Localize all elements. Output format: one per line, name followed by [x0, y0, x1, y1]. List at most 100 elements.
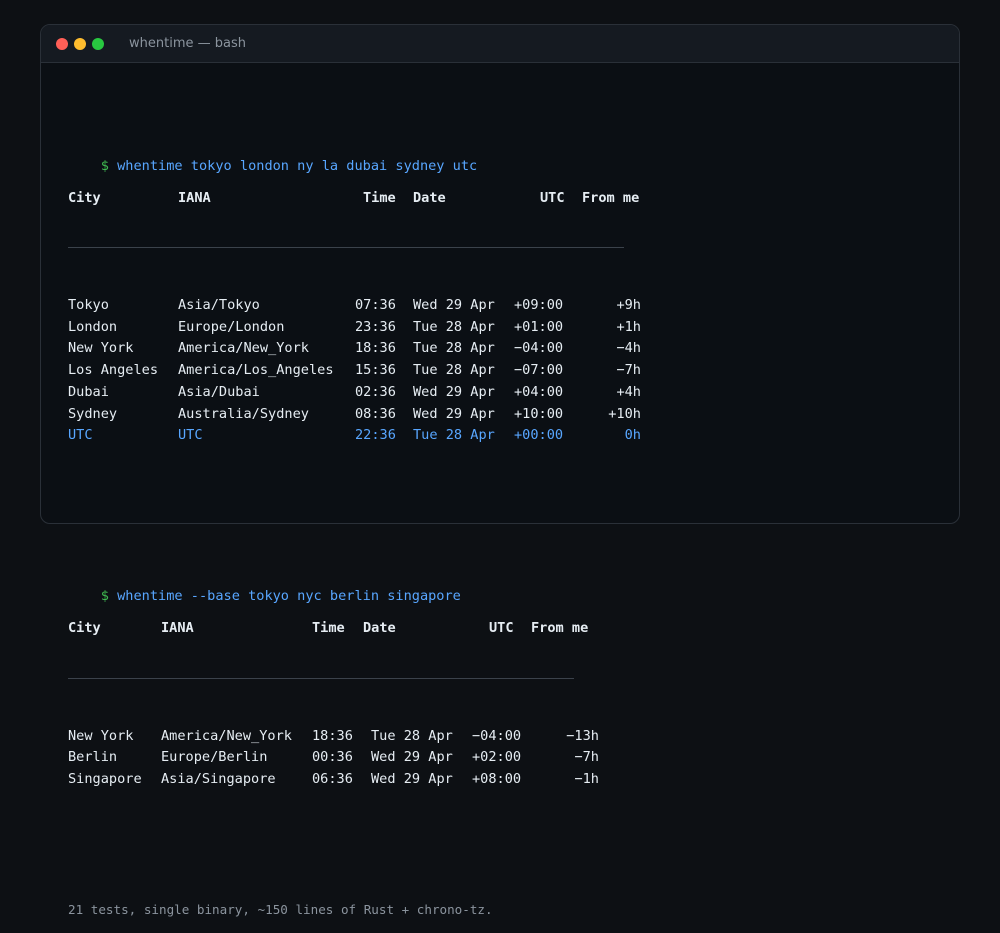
cell-iana: America/Los_Angeles	[178, 362, 334, 379]
cell-city: Tokyo	[68, 297, 109, 314]
cell-utc: +00:00	[514, 427, 564, 444]
cell-utc: +08:00	[472, 771, 522, 787]
table-divider-1	[68, 241, 980, 263]
header-city: City	[68, 620, 101, 637]
cell-time: 06:36	[312, 771, 353, 787]
cell-date: Tue 28 Apr	[413, 427, 495, 444]
cell-city: New York	[68, 727, 134, 744]
cell-time: 18:36	[355, 340, 396, 357]
cell-date: Wed 29 Apr	[371, 749, 453, 766]
cell-utc: +10:00	[514, 405, 564, 422]
cell-city: Singapore	[68, 771, 142, 787]
maximize-button[interactable]	[92, 37, 104, 50]
table-row: New York America/New_York 18:36 Tue 28 Apr −…	[68, 338, 980, 360]
cell-from: −7h	[616, 362, 641, 379]
cell-date: Wed 29 Apr	[413, 297, 495, 314]
header-utc: UTC	[540, 189, 565, 206]
header-date: Date	[363, 620, 396, 637]
cell-iana: Europe/London	[178, 318, 285, 335]
table-row: Tokyo Asia/Tokyo 07:36 Wed 29 Apr +09:00 +9h	[68, 295, 980, 317]
header-iana: IANA	[161, 620, 194, 637]
cell-city: Los Angeles	[68, 362, 159, 379]
cell-time: 00:36	[312, 749, 353, 766]
cell-iana: Asia/Dubai	[178, 383, 260, 400]
cell-utc: −04:00	[514, 340, 564, 357]
cell-utc: +09:00	[514, 297, 564, 314]
table-row: New York America/New_York 18:36 Tue 28 Apr −…	[68, 726, 980, 748]
header-iana: IANA	[178, 189, 211, 206]
table-body-1: Tokyo Asia/Tokyo 07:36 Wed 29 Apr +09:00 +9h L…	[68, 295, 980, 447]
cell-from: +1h	[616, 318, 641, 335]
table-divider-2	[68, 672, 980, 694]
footer-note: 21 tests, single binary, ~150 lines of R…	[68, 902, 493, 918]
cell-iana: Europe/Berlin	[161, 749, 268, 766]
cell-city: Dubai	[68, 383, 109, 400]
cell-time: 22:36	[355, 427, 396, 444]
cell-from: +9h	[616, 297, 641, 314]
command-line-1: $ whentime tokyo london ny la dubai sydn…	[68, 134, 980, 174]
cell-city: New York	[68, 340, 134, 357]
header-utc: UTC	[489, 620, 514, 637]
terminal-output[interactable]: $ whentime tokyo london ny la dubai sydn…	[68, 86, 980, 933]
cell-time: 23:36	[355, 318, 396, 335]
cell-iana: Asia/Singapore	[161, 771, 276, 787]
table-row: London Europe/London 23:36 Tue 28 Apr +01:00…	[68, 317, 980, 339]
cell-iana: America/New_York	[161, 727, 292, 744]
cell-time: 08:36	[355, 405, 396, 422]
table-header-1: City IANA Time Date UTC From me	[68, 188, 980, 210]
cell-city: London	[68, 318, 118, 335]
table-body-2: New York America/New_York 18:36 Tue 28 Apr −…	[68, 726, 980, 791]
command-line-2: $ whentime --base tokyo nyc berlin singa…	[68, 565, 980, 604]
cell-from: +4h	[616, 383, 641, 400]
cell-city: UTC	[68, 427, 93, 444]
cell-iana: UTC	[178, 427, 203, 444]
prompt-symbol: $	[100, 157, 109, 174]
cell-iana: Asia/Tokyo	[178, 297, 260, 314]
cell-time: 02:36	[355, 383, 396, 400]
cell-date: Tue 28 Apr	[371, 727, 453, 744]
table-row: Dubai Asia/Dubai 02:36 Wed 29 Apr +04:00 +4h	[68, 382, 980, 404]
cell-from: −1h	[574, 771, 599, 787]
cell-utc: −07:00	[514, 362, 564, 379]
cell-from: 0h	[624, 427, 641, 444]
header-from-me: From me	[582, 189, 640, 206]
cell-date: Tue 28 Apr	[413, 318, 495, 335]
table-row: Berlin Europe/Berlin 00:36 Wed 29 Apr +02:00…	[68, 747, 980, 769]
prompt-symbol: $	[100, 588, 109, 605]
cell-utc: −04:00	[472, 727, 522, 744]
cell-city: Berlin	[68, 749, 118, 766]
header-date: Date	[413, 189, 446, 206]
cell-utc: +01:00	[514, 318, 564, 335]
minimize-button[interactable]	[74, 37, 86, 50]
cell-from: −13h	[566, 727, 599, 744]
cell-iana: America/New_York	[178, 340, 309, 357]
cell-from: −4h	[616, 340, 641, 357]
cell-city: Sydney	[68, 405, 118, 422]
table-row: UTC UTC 22:36 Tue 28 Apr +00:00 0h	[68, 425, 980, 447]
table-row: Los Angeles America/Los_Angeles 15:36 Tue 2…	[68, 360, 980, 382]
command-text: whentime --base tokyo nyc berlin singapo…	[117, 588, 461, 605]
cell-date: Wed 29 Apr	[413, 405, 495, 422]
cell-date: Wed 29 Apr	[371, 771, 453, 787]
title-bar: whentime — bash	[41, 25, 959, 63]
window-title: whentime — bash	[129, 36, 246, 51]
cell-time: 15:36	[355, 362, 396, 379]
cell-date: Wed 29 Apr	[413, 383, 495, 400]
window-controls	[56, 37, 104, 50]
cell-time: 07:36	[355, 297, 396, 314]
cell-from: +10h	[608, 405, 641, 422]
cell-utc: +02:00	[472, 749, 522, 766]
table-header-2: City IANA Time Date UTC From me	[68, 618, 980, 640]
header-time: Time	[363, 189, 396, 206]
header-time: Time	[312, 620, 345, 637]
cell-iana: Australia/Sydney	[178, 405, 309, 422]
cell-date: Tue 28 Apr	[413, 362, 495, 379]
cell-from: −7h	[574, 749, 599, 766]
close-button[interactable]	[56, 37, 68, 50]
cell-time: 18:36	[312, 727, 353, 744]
cell-date: Tue 28 Apr	[413, 340, 495, 357]
header-from-me: From me	[531, 620, 589, 637]
table-row: Sydney Australia/Sydney 08:36 Wed 29 Apr +10…	[68, 404, 980, 426]
table-row: Singapore Asia/Singapore 06:36 Wed 29 Apr +0…	[68, 769, 980, 791]
cell-utc: +04:00	[514, 383, 564, 400]
